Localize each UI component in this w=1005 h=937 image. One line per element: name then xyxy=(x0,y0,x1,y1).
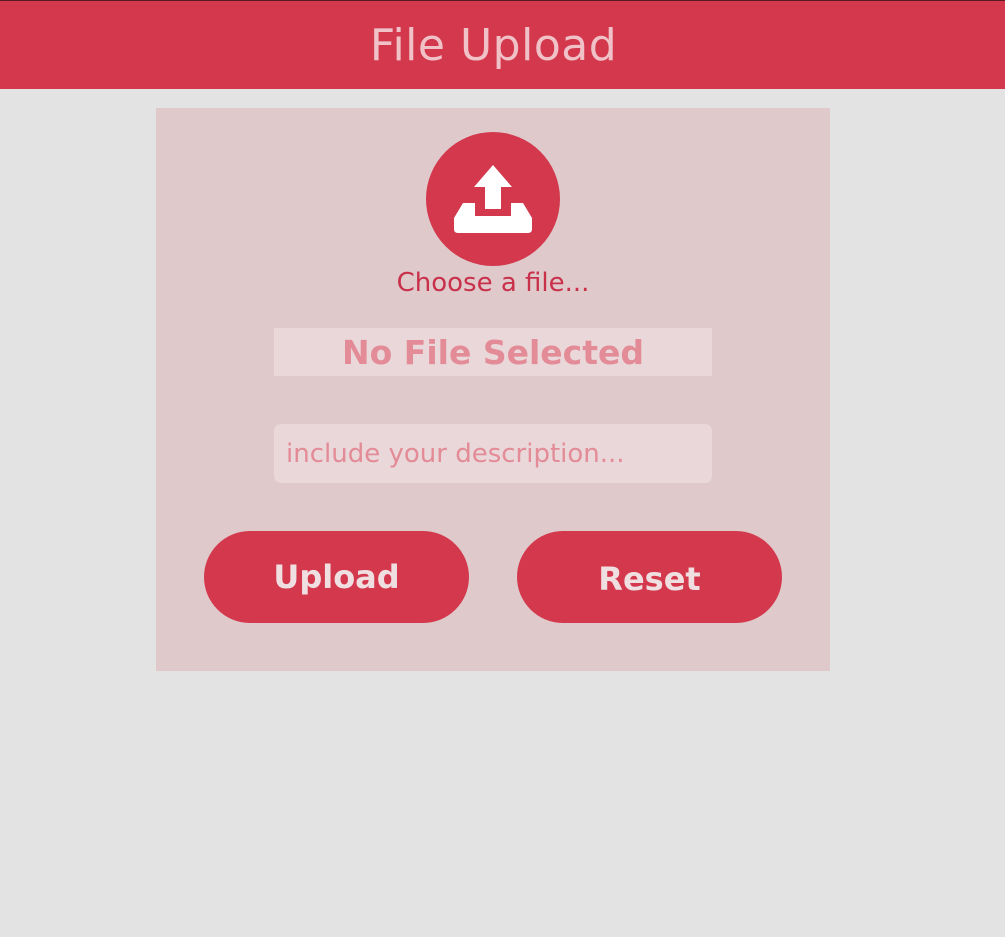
choose-file-button[interactable] xyxy=(426,132,560,266)
page-title: File Upload xyxy=(369,19,618,71)
choose-file-label[interactable]: Choose a file... xyxy=(156,268,830,298)
app-header: File Upload xyxy=(0,0,1005,89)
upload-card: Choose a file... No File Selected Upload… xyxy=(156,108,830,671)
description-input[interactable] xyxy=(274,424,712,483)
reset-button[interactable]: Reset xyxy=(517,531,782,623)
file-status: No File Selected xyxy=(274,328,712,376)
upload-tray-icon xyxy=(454,165,532,233)
upload-button[interactable]: Upload xyxy=(204,531,469,623)
